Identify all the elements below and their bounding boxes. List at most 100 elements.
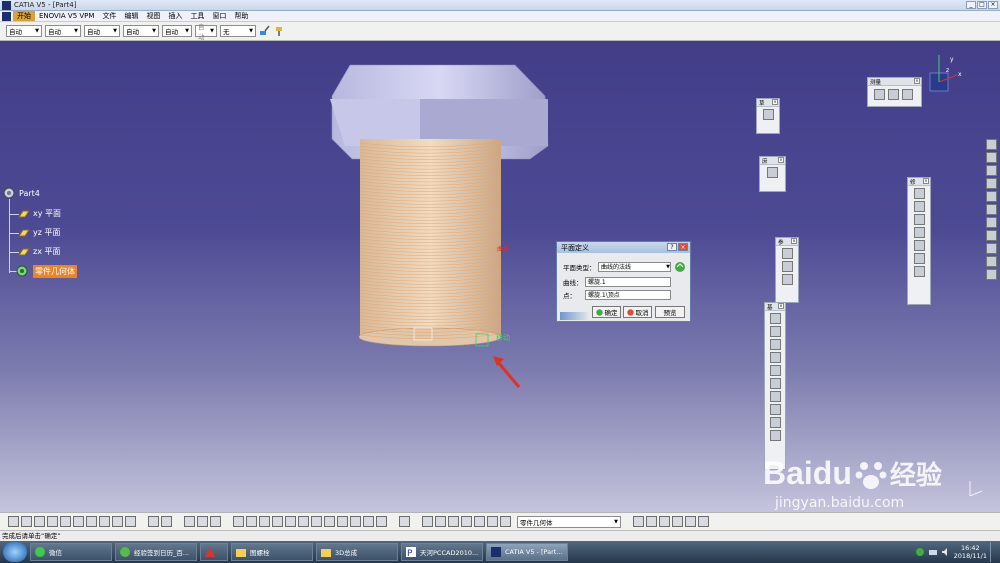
catalog-icon[interactable] (184, 516, 195, 527)
grid-icon[interactable] (197, 516, 208, 527)
paste-icon[interactable] (86, 516, 97, 527)
task-pccad[interactable]: P 天河PCCAD2010... (401, 543, 483, 561)
redo-icon[interactable] (112, 516, 123, 527)
task-autocad[interactable] (200, 543, 228, 561)
menu-help[interactable]: 帮助 (230, 11, 252, 21)
app-menu-icon[interactable] (2, 11, 11, 21)
texture-icon[interactable] (659, 516, 670, 527)
task-browser[interactable]: 经验签到日历_百... (115, 543, 197, 561)
surface-icon[interactable] (985, 152, 997, 163)
render-style-combo[interactable]: 自动 ▼ (195, 23, 217, 41)
update-all-icon[interactable] (435, 516, 446, 527)
layer-combo[interactable]: 无 ▼ (220, 25, 256, 37)
fit-all-icon[interactable] (246, 516, 257, 527)
close-icon[interactable]: × (778, 157, 784, 163)
tree-item-xy-plane[interactable]: xy 平面 (18, 208, 61, 219)
rotate-icon[interactable] (272, 516, 283, 527)
dimension-icon[interactable] (461, 516, 472, 527)
remove-face-icon[interactable] (913, 266, 925, 277)
thickness-icon[interactable] (913, 240, 925, 251)
close-icon[interactable]: × (914, 78, 920, 84)
pan-icon[interactable] (259, 516, 270, 527)
start-button[interactable] (3, 542, 27, 562)
scan-icon[interactable] (210, 516, 221, 527)
menu-edit[interactable]: 编辑 (120, 11, 142, 21)
tree-item-yz-plane[interactable]: yz 平面 (18, 227, 60, 238)
boolean-icon[interactable] (985, 165, 997, 176)
copy-icon[interactable] (73, 516, 84, 527)
scale-ratio-icon[interactable] (448, 516, 459, 527)
menu-view[interactable]: 视图 (142, 11, 164, 21)
volume-icon[interactable] (941, 547, 951, 557)
plane-type-select[interactable]: 曲线的法线 ▼ (598, 262, 671, 272)
clock[interactable]: 16:42 2018/11/1 (954, 544, 987, 560)
format-painter-icon[interactable] (274, 25, 286, 37)
sketch-icon[interactable] (762, 109, 774, 120)
curve-field[interactable]: 螺旋.1 (585, 277, 671, 287)
pattern-icon[interactable] (985, 191, 997, 202)
plane-type-lock-icon[interactable] (674, 261, 686, 273)
stiffener-icon[interactable] (769, 404, 781, 415)
part-design-icon[interactable] (698, 516, 709, 527)
groove-icon[interactable] (769, 352, 781, 363)
task-folder-3d[interactable]: 3D总成 (316, 543, 398, 561)
fillet-icon[interactable] (913, 188, 925, 199)
menu-file[interactable]: 文件 (98, 11, 120, 21)
network-icon[interactable] (928, 547, 938, 557)
pocket-icon[interactable] (769, 326, 781, 337)
publish-icon[interactable] (685, 516, 696, 527)
preview-button[interactable]: 预览 (655, 306, 685, 318)
scale-icon[interactable] (985, 217, 997, 228)
color-combo[interactable]: 自动 ▼ (6, 25, 42, 37)
pad-icon[interactable] (769, 313, 781, 324)
tree-item-part-body[interactable]: 零件几何体 (14, 264, 77, 278)
multi-view-icon[interactable] (324, 516, 335, 527)
construction-icon[interactable] (487, 516, 498, 527)
axis-system-icon[interactable] (474, 516, 485, 527)
open-icon[interactable] (21, 516, 32, 527)
material-icon[interactable] (985, 256, 997, 267)
minimize-button[interactable]: _ (966, 1, 976, 9)
close-icon[interactable]: × (778, 303, 784, 309)
normal-view-icon[interactable] (311, 516, 322, 527)
line-ref-icon[interactable] (781, 261, 793, 272)
ok-button[interactable]: 确定 (592, 306, 621, 318)
menu-start[interactable]: 开始 (13, 11, 35, 21)
dialog-close-button[interactable]: × (678, 243, 688, 251)
zoom-out-icon[interactable] (298, 516, 309, 527)
camera-icon[interactable] (399, 516, 410, 527)
body-icon[interactable] (500, 516, 511, 527)
help-button[interactable]: ? (667, 243, 677, 251)
formula-icon[interactable] (148, 516, 159, 527)
shell-icon[interactable] (913, 227, 925, 238)
tree-root[interactable]: Part4 (2, 186, 40, 200)
task-catia[interactable]: CATIA V5 - [Part... (486, 543, 568, 561)
apply-material-icon[interactable] (633, 516, 644, 527)
tree-item-zx-plane[interactable]: zx 平面 (18, 246, 60, 257)
point-symbol-combo[interactable]: 自动 ▼ (162, 25, 192, 37)
menu-tools[interactable]: 工具 (186, 11, 208, 21)
rib-icon[interactable] (769, 378, 781, 389)
paint-brush-icon[interactable] (259, 25, 271, 37)
cancel-button[interactable]: 取消 (623, 306, 652, 318)
close-icon[interactable]: × (772, 99, 778, 105)
compass-icon[interactable]: y x z (929, 55, 962, 92)
hole-icon[interactable] (769, 365, 781, 376)
undo-icon[interactable] (99, 516, 110, 527)
select-icon[interactable] (985, 139, 997, 150)
point-icon[interactable] (767, 167, 778, 178)
close-icon[interactable]: × (791, 238, 797, 244)
analysis-icon[interactable] (985, 243, 997, 254)
menu-enovia[interactable]: ENOVIA V5 VPM (35, 12, 98, 20)
point-ref-icon[interactable] (781, 248, 793, 259)
constraint-icon[interactable] (985, 230, 997, 241)
shading-icon[interactable] (350, 516, 361, 527)
loft-icon[interactable] (769, 417, 781, 428)
line-type-combo[interactable]: 自动 ▼ (123, 25, 159, 37)
print-icon[interactable] (47, 516, 58, 527)
zoom-in-icon[interactable] (285, 516, 296, 527)
shaft-icon[interactable] (769, 339, 781, 350)
render-icon[interactable] (646, 516, 657, 527)
mirror-icon[interactable] (985, 204, 997, 215)
measure-inertia-icon[interactable] (902, 89, 913, 100)
